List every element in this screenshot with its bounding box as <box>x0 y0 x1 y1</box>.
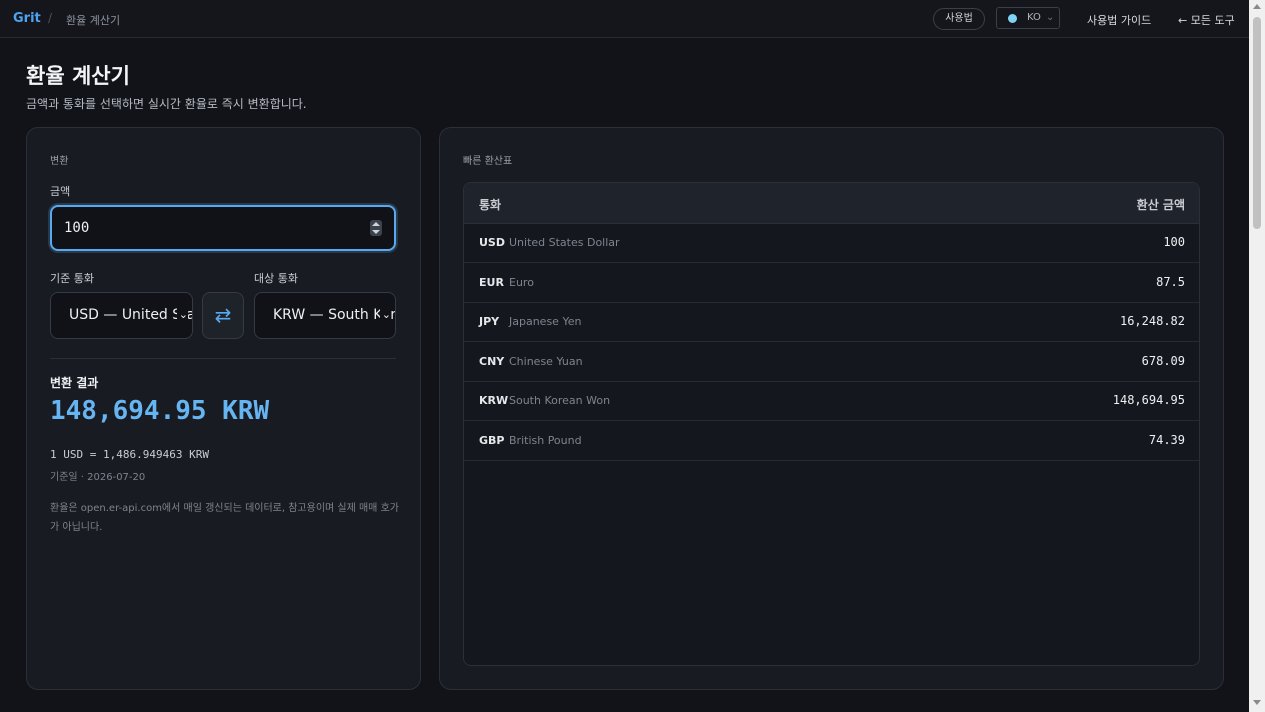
breadcrumb-current: 환율 계산기 <box>66 14 121 27</box>
scrollbar-thumb[interactable] <box>1253 17 1261 229</box>
result-value: 148,694.95 KRW <box>50 396 270 426</box>
base-currency-select[interactable]: USD — United States Dollar ⌄ <box>50 292 193 339</box>
disclaimer-note: 환율은 open.er-api.com에서 매일 갱신되는 데이터로, 참고용이… <box>50 503 399 533</box>
language-code: KO <box>1027 12 1041 23</box>
table-row: EUR Euro 87.5 <box>464 263 1199 303</box>
swap-icon: ⇄ <box>214 303 232 327</box>
divider <box>50 358 396 359</box>
amount-field[interactable] <box>50 205 396 251</box>
table-row: CNY Chinese Yuan 678.09 <box>464 342 1199 382</box>
scrollbar[interactable] <box>1249 0 1265 712</box>
currency-name: Chinese Yuan <box>509 355 583 368</box>
amount-input[interactable] <box>64 218 344 238</box>
converted-amount: 74.39 <box>1148 433 1185 447</box>
table-row: GBP British Pound 74.39 <box>464 421 1199 461</box>
amount-label: 금액 <box>50 185 71 198</box>
target-currency-label: 대상 통화 <box>254 272 298 285</box>
all-tools-link[interactable]: ← 모든 도구 <box>1178 12 1235 28</box>
currency-code: USD <box>479 236 505 249</box>
target-currency-select[interactable]: KRW — South Korean Won ⌄ <box>254 292 396 339</box>
converted-amount: 16,248.82 <box>1119 314 1185 328</box>
base-currency-label: 기준 통화 <box>50 272 94 285</box>
converted-amount: 87.5 <box>1156 275 1185 289</box>
chevron-down-icon: ⌄ <box>379 308 391 321</box>
exchange-rate: 1 USD = 1,486.949463 KRW <box>50 448 209 461</box>
currency-code: KRW <box>479 394 509 407</box>
globe-icon <box>1008 14 1017 23</box>
swap-currencies-button[interactable]: ⇄ <box>202 292 244 339</box>
column-header-amount: 환산 금액 <box>1136 198 1185 212</box>
quick-conversion-table: 통화 환산 금액 USD United States Dollar 100 EU… <box>463 182 1200 666</box>
currency-name: United States Dollar <box>509 236 620 249</box>
chevron-down-icon: ⌄ <box>176 308 188 321</box>
currency-code: EUR <box>479 276 504 289</box>
converted-amount: 148,694.95 <box>1112 393 1185 407</box>
converted-amount: 678.09 <box>1141 354 1185 368</box>
converted-amount: 100 <box>1163 235 1185 249</box>
usage-button[interactable]: 사용법 <box>933 8 985 30</box>
base-currency-value: USD — United States Dollar <box>69 307 192 323</box>
breadcrumb-separator: / <box>48 11 53 25</box>
table-row: JPY Japanese Yen 16,248.82 <box>464 302 1199 342</box>
currency-code: CNY <box>479 355 505 368</box>
scroll-down-icon[interactable] <box>1253 700 1261 705</box>
converter-section-label: 변환 <box>50 156 69 167</box>
column-header-currency: 통화 <box>479 198 502 212</box>
currency-name: British Pound <box>509 434 582 447</box>
table-row: USD United States Dollar 100 <box>464 223 1199 263</box>
rate-date: 기준일 · 2026-07-20 <box>50 472 146 483</box>
currency-code: GBP <box>479 434 505 447</box>
language-selector[interactable]: KO ⌄ <box>996 7 1060 29</box>
quick-table-label: 빠른 환산표 <box>463 156 513 167</box>
chevron-down-icon: ⌄ <box>1046 12 1055 23</box>
currency-code: JPY <box>479 315 500 328</box>
scroll-up-icon[interactable] <box>1253 4 1261 9</box>
table-header: 통화 환산 금액 <box>464 183 1199 224</box>
table-row: KRW South Korean Won 148,694.95 <box>464 381 1199 421</box>
currency-name: Japanese Yen <box>509 315 582 328</box>
currency-name: South Korean Won <box>509 394 611 407</box>
page-title: 환율 계산기 <box>26 64 130 88</box>
top-bar: Grit / 환율 계산기 사용법 KO ⌄ 사용법 가이드 ← 모든 도구 <box>0 0 1249 38</box>
stepper-icon[interactable] <box>370 220 382 236</box>
target-currency-value: KRW — South Korean Won <box>273 307 395 323</box>
brand-logo[interactable]: Grit <box>13 11 41 26</box>
page-subtitle: 금액과 통화를 선택하면 실시간 환율로 즉시 변환합니다. <box>26 97 307 111</box>
usage-guide-link[interactable]: 사용법 가이드 <box>1087 12 1151 28</box>
result-label: 변환 결과 <box>50 376 99 390</box>
currency-name: Euro <box>509 276 534 289</box>
